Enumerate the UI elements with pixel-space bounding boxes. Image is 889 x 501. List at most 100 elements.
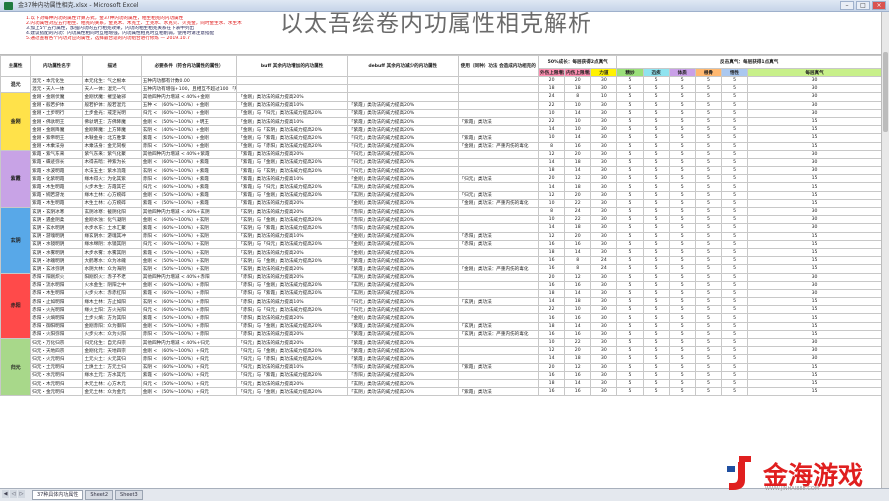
table-cell[interactable]: 22 xyxy=(564,215,592,225)
table-cell[interactable]: 30 xyxy=(590,223,618,233)
table-cell[interactable]: 5 xyxy=(694,133,722,143)
sheet-tab[interactable]: Sheet2 xyxy=(85,490,114,500)
table-cell[interactable]: 归元 < （60%～100%）+玄阴 xyxy=(140,239,238,249)
table-cell[interactable]: 5 xyxy=(668,84,696,94)
table-cell[interactable]: 「玄阴」类功法的威力提高20% xyxy=(346,387,459,397)
table-cell[interactable]: 「金刚」类功法的威力提高20% xyxy=(346,231,459,241)
table-cell[interactable]: 「赤阳」类功法的威力提高20% xyxy=(236,329,348,340)
table-cell[interactable]: 5 xyxy=(642,215,670,225)
table-cell[interactable]: 5 xyxy=(720,166,749,176)
table-cell[interactable]: 金刚赤阳：众为御阳 xyxy=(82,321,142,331)
table-cell[interactable]: 18 xyxy=(564,354,592,364)
table-cell[interactable] xyxy=(457,223,540,233)
table-cell[interactable]: 30 xyxy=(590,329,618,340)
table-row[interactable]: 赤阳・御阳明阳 金刚赤阳：众为御阳 金刚 < （50%～100%）+赤阳 「赤阳」与「… xyxy=(1,321,882,331)
table-cell[interactable]: 紫霞・木生明霞 xyxy=(30,182,84,192)
table-cell[interactable]: 归元・金元明归 xyxy=(30,387,84,397)
table-cell[interactable]: 5 xyxy=(668,354,696,364)
table-cell[interactable]: 18 xyxy=(564,182,592,192)
table-cell[interactable]: 30 xyxy=(590,149,618,159)
scroll-thumb[interactable] xyxy=(883,52,888,132)
table-cell[interactable]: 5 xyxy=(642,223,670,233)
table-cell[interactable]: 5 xyxy=(642,297,670,307)
table-cell[interactable]: 5 xyxy=(720,378,749,389)
table-cell[interactable]: 5 xyxy=(642,231,670,241)
table-cell[interactable]: 「赤阳」类功法的威力提高20% xyxy=(346,206,459,217)
table-cell[interactable]: 20 xyxy=(537,362,566,372)
table-cell[interactable]: 本元化生：气之根本 xyxy=(82,75,142,86)
table-cell[interactable]: 金刚・金刚伏魔 xyxy=(30,92,84,102)
table-cell[interactable]: 30 xyxy=(590,378,618,389)
table-cell[interactable]: 「玄阴」类功法：严重内伤的毒化 xyxy=(457,329,540,340)
table-cell[interactable]: 30 xyxy=(590,166,618,176)
table-cell[interactable]: 5 xyxy=(616,321,644,331)
table-cell[interactable]: 5 xyxy=(720,297,749,307)
table-cell[interactable]: 「紫霞」类功法 xyxy=(457,387,540,397)
table-cell[interactable]: 5 xyxy=(720,231,749,241)
table-cell[interactable]: 16 xyxy=(537,264,566,274)
table-cell[interactable]: 「归元」类功法的威力提高20% xyxy=(346,297,459,307)
table-cell[interactable]: 30 xyxy=(747,108,882,118)
table-row[interactable]: 赤阳 赤阳・阳刚炽火 阳刚炽火：赤子不老 其他四种内力增减 < 40%+赤阳 「赤阳」类… xyxy=(0,272,882,339)
table-cell[interactable]: 18 xyxy=(564,157,592,168)
table-cell[interactable]: 「归元」类功法的威力提高20% xyxy=(346,133,459,143)
table-cell[interactable]: 归元 < （60%～100%）+紫霞 xyxy=(140,182,238,192)
table-cell[interactable]: 5 xyxy=(694,125,722,135)
table-cell[interactable]: 5 xyxy=(642,378,670,389)
table-cell[interactable]: 5 xyxy=(720,346,749,356)
table-cell[interactable]: 14 xyxy=(537,182,566,192)
column-header[interactable]: 主属性 xyxy=(0,55,32,77)
table-cell[interactable] xyxy=(457,100,540,110)
table-cell[interactable]: 「赤阳」类功法 xyxy=(457,231,540,241)
table-cell[interactable] xyxy=(457,256,540,266)
table-cell[interactable]: 归元 < （50%～100%）+归元 xyxy=(140,378,238,389)
table-row[interactable]: 归元・天地四宗 金刚化元：天地四宗 金刚 < （60%～100%）+归元 「归元」与「… xyxy=(1,346,882,356)
table-cell[interactable]: 12 xyxy=(537,190,566,200)
table-row[interactable]: 玄阴 玄阴・玄阴冰寒 玄阴冰寒：截阴化阳 其他四种内力增减 < 40%+玄阴 「玄阴」类… xyxy=(0,206,882,274)
table-cell[interactable]: 赤阳 < （50%～100%）+金刚 xyxy=(140,141,238,151)
table-cell[interactable]: 「金刚」与「玄阴」类功法威力提高20% xyxy=(236,125,348,135)
table-cell[interactable]: 16 xyxy=(564,313,592,323)
table-cell[interactable]: 五种内功有增强+100，且相互不超过100 「所有」功法威力提高20% xyxy=(140,84,238,94)
table-cell[interactable] xyxy=(457,378,540,389)
table-cell[interactable]: 紫霞・水波明霞 xyxy=(30,166,84,176)
table-cell[interactable]: 5 xyxy=(642,313,670,323)
table-cell[interactable]: 5 xyxy=(720,149,749,159)
table-cell[interactable] xyxy=(457,215,540,225)
table-cell[interactable]: 「玄阴」类功法的威力提高10% xyxy=(236,231,348,241)
table-cell[interactable]: 30 xyxy=(590,239,618,249)
table-cell[interactable]: 5 xyxy=(642,84,670,94)
table-row[interactable]: 归元・水元明归 缘水土元：方水其元 紫霞 < （60%～100%）+归元 「归元」与「… xyxy=(1,370,882,380)
table-cell[interactable]: 8 xyxy=(564,256,592,266)
table-cell[interactable]: 5 xyxy=(694,378,722,389)
table-cell[interactable]: 20 xyxy=(564,346,592,356)
table-cell[interactable]: 5 xyxy=(616,190,644,200)
table-cell[interactable]: 其他四种内力增减 < 40%+金刚 xyxy=(140,92,238,102)
table-cell[interactable]: 20 xyxy=(564,149,592,159)
table-cell[interactable]: 土焕土土：方元土归 xyxy=(82,362,142,372)
table-cell[interactable]: 佛驮明王：方佛降魔 xyxy=(82,116,142,127)
table-cell[interactable]: 玄阴・冰魄明阴 xyxy=(30,256,84,266)
table-cell[interactable]: 5 xyxy=(720,223,749,233)
table-row[interactable]: 归元・火元明归 土元火土：火元其归 赤阳 < （60%～100%）+归元 「归元」与「… xyxy=(1,354,882,364)
table-cell[interactable]: 5 xyxy=(616,92,644,102)
table-cell[interactable] xyxy=(457,305,540,315)
spreadsheet-grid[interactable]: 主属性 内功属性名字 描述 必要条件（符合内功属性的属性） buff 其余内功增加的内功… xyxy=(0,54,882,489)
table-cell[interactable]: 30 xyxy=(590,215,618,225)
table-cell[interactable]: 5 xyxy=(694,354,722,364)
table-cell[interactable]: 木鞅金身：北方胜掌 xyxy=(82,133,142,143)
column-subheader[interactable]: 精妙 xyxy=(616,68,644,77)
table-cell[interactable]: 5 xyxy=(616,223,644,233)
table-cell[interactable]: 木得去暗：神紫为长 xyxy=(82,157,142,168)
table-cell[interactable]: 5 xyxy=(616,182,644,192)
table-row[interactable]: 玄阴・玄冰弥阴 水阴大林：众为海阴 玄阴 < （50%～100%）+玄阴 「玄阴」类功… xyxy=(1,264,882,274)
table-cell[interactable]: 5 xyxy=(642,321,670,331)
table-cell[interactable]: 8 xyxy=(564,92,592,102)
table-cell[interactable]: 赤阳 < （60%～100%）+归元 xyxy=(140,354,238,364)
table-cell[interactable]: 火步火木：众为火阳 xyxy=(82,329,142,340)
column-header-group[interactable]: 50%成长：每层获得2点真气 xyxy=(537,55,618,69)
table-cell[interactable]: 5 xyxy=(616,256,644,266)
table-cell[interactable]: 30 xyxy=(747,223,882,233)
table-row[interactable]: 金刚・佛驮明王 佛驮明王：方佛降魔 金刚 < （50%～100%）+明王 「金刚」类功… xyxy=(1,116,882,127)
table-cell[interactable]: 「金刚」类功法的威力提高20% xyxy=(346,198,459,209)
